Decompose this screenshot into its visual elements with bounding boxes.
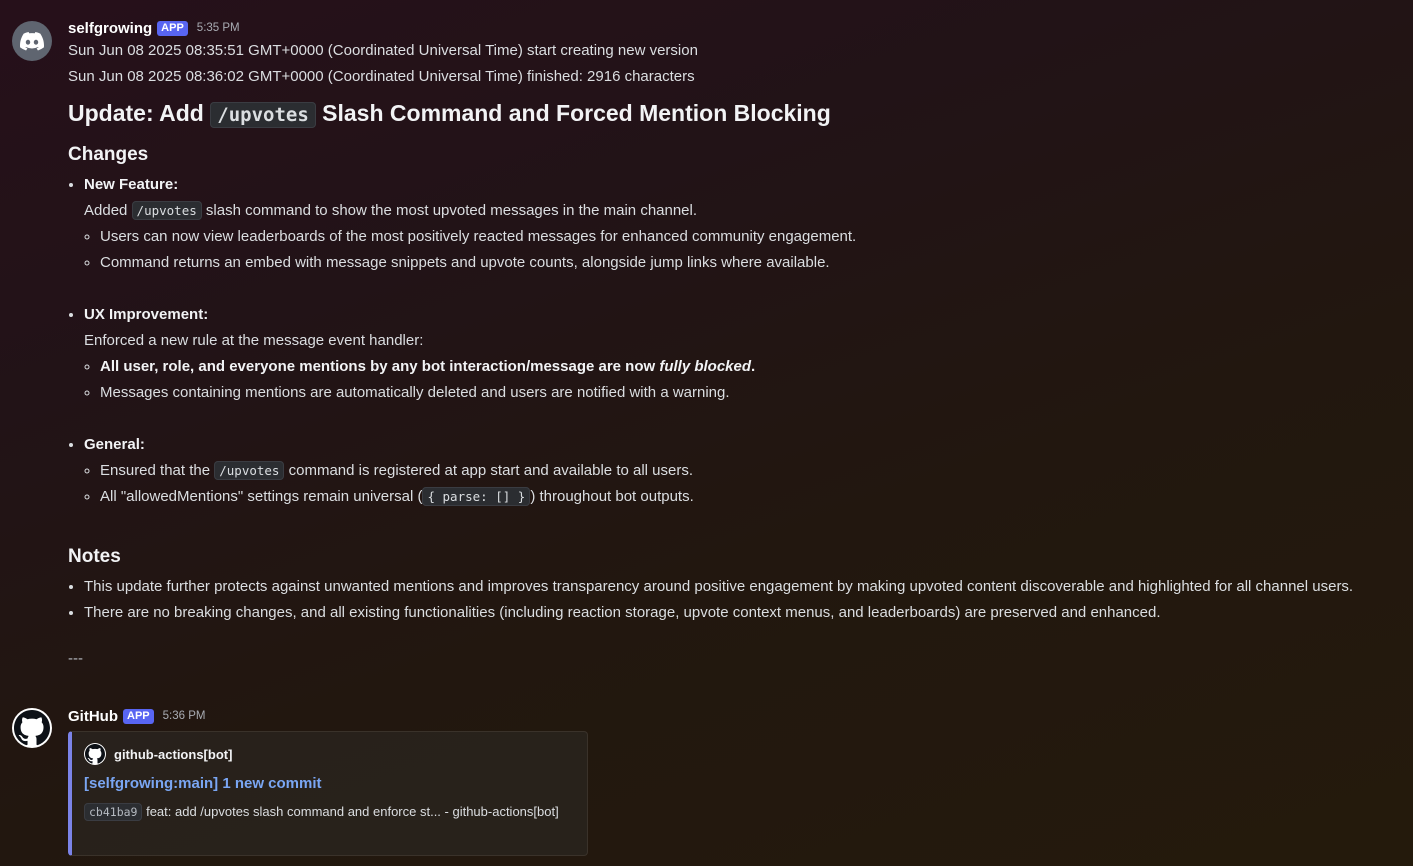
desc-post: slash command to show the most upvoted m… [201,202,698,219]
changes-list: New Feature: Added /upvotes slash comman… [68,172,1393,510]
github-logo-icon [84,743,106,765]
inline-code: /upvotes [131,201,202,220]
github-logo-icon-svg [85,744,105,764]
embed-description: cb41ba9 feat: add /upvotes slash command… [84,802,573,822]
notes-heading: Notes [68,546,121,567]
heading-post: Slash Command and Forced Mention Blockin… [315,100,831,126]
list-item: There are no breaking changes, and all e… [84,600,1393,626]
bold-text: All user, role, and everyone mentions by… [100,358,660,375]
discord-logo-icon [20,31,44,50]
embed-author: github-actions[bot] [84,742,573,766]
timestamp[interactable]: 5:36 PM [163,710,206,722]
bold-end: . [751,358,756,375]
general-label: General: [84,436,145,453]
app-badge: APP [123,708,154,724]
embed-author-name[interactable]: github-actions[bot] [114,747,232,762]
heading-pre: Update: Add [68,100,211,126]
list-item: All "allowedMentions" settings remain un… [100,484,1393,510]
list-item-ux: UX Improvement: Enforced a new rule at t… [84,302,1393,432]
list-item: Ensured that the /upvotes command is reg… [100,458,1393,484]
ux-desc: Enforced a new rule at the message event… [84,332,424,349]
list-item-general: General: Ensured that the /upvotes comma… [84,432,1393,510]
commit-embed: github-actions[bot] [selfgrowing:main] 1… [68,731,588,856]
ux-label: UX Improvement: [84,306,209,323]
ux-sublist: All user, role, and everyone mentions by… [84,354,1393,406]
discord-avatar[interactable] [12,21,52,61]
github-logo-icon [14,710,50,746]
desc-pre: Added [84,202,132,219]
list-item: Messages containing mentions are automat… [100,380,1393,406]
commit-message: feat: add /upvotes slash command and enf… [142,804,559,819]
list-item: Users can now view leaderboards of the m… [100,224,1393,250]
list-item: Command returns an embed with message sn… [100,250,1393,276]
timestamp[interactable]: 5:35 PM [197,22,240,34]
message-content: selfgrowing APP 5:35 PM Sun Jun 08 2025 … [68,18,1393,672]
message-header: GitHub APP 5:36 PM [68,706,1393,726]
app-badge: APP [157,20,188,36]
new-feature-desc: Added /upvotes slash command to show the… [84,198,1393,224]
heading-code: /upvotes [210,102,316,128]
commit-hash-link[interactable]: cb41ba9 [84,803,143,821]
changes-heading: Changes [68,144,149,165]
list-item: All user, role, and everyone mentions by… [100,354,1393,380]
list-item: This update further protects against unw… [84,574,1393,600]
log-line-finish: Sun Jun 08 2025 08:36:02 GMT+0000 (Coord… [68,68,695,85]
inline-code: /upvotes [214,461,285,480]
message-header: selfgrowing APP 5:35 PM [68,18,1393,38]
text-post: command is registered at app start and a… [284,462,694,479]
separator: --- [68,650,83,667]
list-item-new-feature: New Feature: Added /upvotes slash comman… [84,172,1393,302]
text-pre: Ensured that the [100,462,215,479]
inline-code: { parse: [] } [422,487,531,506]
github-avatar[interactable] [12,708,52,748]
text-post: ) throughout bot outputs. [530,488,694,505]
embed-title-link[interactable]: [selfgrowing:main] 1 new commit [84,774,573,794]
message-content: GitHub APP 5:36 PM [68,706,1393,726]
text-pre: All "allowedMentions" settings remain un… [100,488,423,505]
author-name[interactable]: GitHub [68,708,118,725]
new-feature-label: New Feature: [84,176,179,193]
general-sublist: Ensured that the /upvotes command is reg… [84,458,1393,510]
new-feature-sublist: Users can now view leaderboards of the m… [84,224,1393,276]
italic-bold-text: fully blocked [659,358,752,375]
log-line-start: Sun Jun 08 2025 08:35:51 GMT+0000 (Coord… [68,42,698,59]
author-name[interactable]: selfgrowing [68,20,152,37]
notes-list: This update further protects against unw… [68,574,1393,626]
update-heading: Update: Add /upvotes Slash Command and F… [68,96,1393,132]
